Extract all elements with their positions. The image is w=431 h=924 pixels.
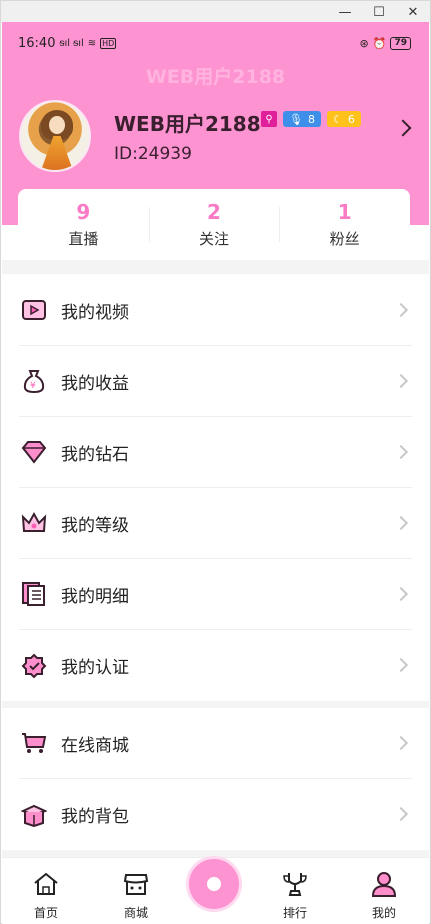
username: WEB用户2188 [114,112,261,136]
trophy-icon [281,870,309,898]
alarm-icon: ⏰ [372,37,387,50]
window-titlebar: — ☐ ✕ [1,1,430,23]
shop-icon [122,870,150,898]
tab-shop[interactable]: 商城 [106,870,166,921]
minimize-button[interactable]: — [328,1,362,23]
chevron-right-icon [393,657,409,673]
user-id: ID:24939 [114,144,192,164]
diamond-icon [20,438,48,466]
menu-item-level[interactable]: 我的等级 [19,488,412,559]
crown-icon [20,509,48,537]
menu-item-diamonds[interactable]: 我的钻石 [19,417,412,488]
menu-section-2: 在线商城 我的背包 [2,708,429,850]
stat-fans[interactable]: 1 粉丝 [279,189,410,260]
menu-item-video[interactable]: 我的视频 [19,275,412,346]
menu-item-details[interactable]: 我的明细 [19,559,412,630]
video-icon [20,296,48,324]
lock-rotation-icon: ⊛ [359,37,369,50]
profile-icon [370,870,398,898]
tab-profile[interactable]: 我的 [354,870,414,921]
mic-level-badge: 🎙 8 [283,111,321,127]
chevron-right-icon [393,444,409,460]
home-icon [32,870,60,898]
chevron-right-icon [393,806,409,822]
tab-home[interactable]: 首页 [16,870,76,921]
divider [2,260,429,274]
menu-item-backpack[interactable]: 我的背包 [19,779,412,850]
battery-icon: 79 [390,37,411,50]
wifi-icon: ≋ [87,38,97,49]
hd-icon: HD [100,38,117,49]
chevron-right-icon[interactable] [394,119,412,137]
chevron-right-icon [393,302,409,318]
go-live-button[interactable] [186,856,242,912]
svg-text:¥: ¥ [30,381,36,391]
record-icon [207,877,221,891]
gift-box-icon [20,801,48,829]
tab-ranking[interactable]: 排行 [265,870,325,921]
moon-level-badge: ☾ 6 [326,111,361,127]
list-icon [20,580,48,608]
stat-following[interactable]: 2 关注 [148,189,280,260]
menu-item-online-shop[interactable]: 在线商城 [19,708,412,779]
user-badges: ⚲ 🎙 8 ☾ 6 [261,111,361,127]
close-button[interactable]: ✕ [396,1,430,23]
stat-live[interactable]: 9 直播 [18,189,149,260]
chevron-right-icon [393,373,409,389]
verified-icon [20,652,48,680]
page-title: WEB用户2188 [145,66,286,88]
chevron-right-icon [393,586,409,602]
divider [2,701,429,708]
chevron-right-icon [393,515,409,531]
cart-icon [20,729,48,757]
status-time: 16:40 [18,36,56,51]
chevron-right-icon [393,735,409,751]
maximize-button[interactable]: ☐ [362,1,396,23]
stats-card: 9 直播 2 关注 1 粉丝 [18,189,410,260]
menu-section: 我的视频 ¥ 我的收益 我的钻石 我的等级 我的明细 我的认证 [2,275,429,701]
menu-item-verification[interactable]: 我的认证 [19,630,412,701]
moon-icon: ☾ [332,112,343,126]
menu-item-earnings[interactable]: ¥ 我的收益 [19,346,412,417]
signal-icon: ᵴıl ᵴıl [59,38,84,49]
search-badge-icon: ⚲ [261,111,277,127]
avatar[interactable] [19,100,91,172]
mic-icon: 🎙 [289,112,303,126]
status-bar: 16:40 ᵴıl ᵴıl ≋ HD ⊛ ⏰ 79 [18,36,411,51]
money-bag-icon: ¥ [20,367,48,395]
